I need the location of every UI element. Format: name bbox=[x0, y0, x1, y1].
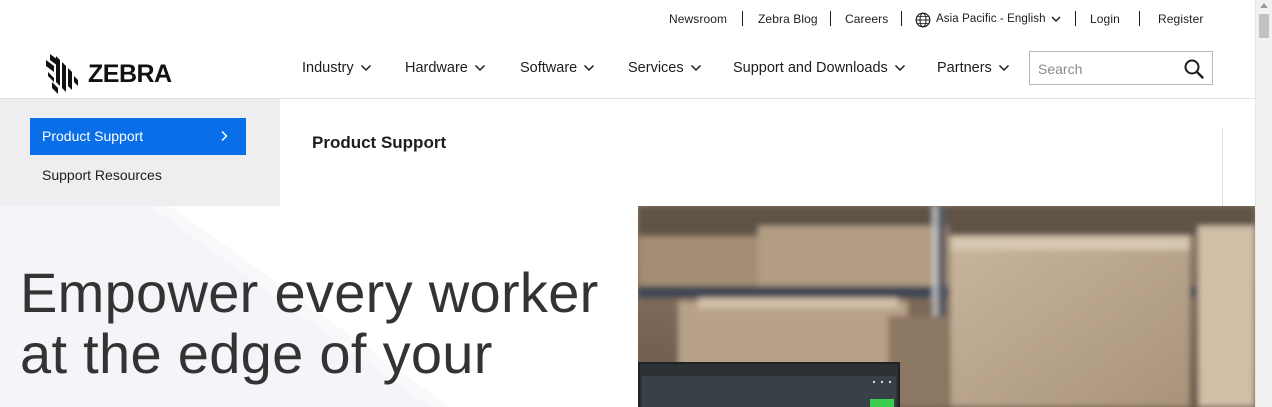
search-input[interactable] bbox=[1038, 59, 1178, 79]
scroll-up-icon[interactable] bbox=[1260, 3, 1268, 8]
product-support-label: Product Support bbox=[42, 128, 144, 144]
newsroom-link[interactable]: Newsroom bbox=[669, 12, 727, 26]
utility-separator bbox=[830, 11, 831, 26]
chevron-down-icon bbox=[474, 64, 485, 72]
nav-label: Industry bbox=[302, 60, 354, 76]
utility-separator bbox=[1139, 11, 1140, 26]
chevron-down-icon bbox=[998, 64, 1009, 72]
nav-partners[interactable]: Partners bbox=[937, 60, 1010, 76]
globe-icon bbox=[915, 12, 931, 28]
nav-software[interactable]: Software bbox=[520, 60, 595, 76]
brand-wordmark[interactable]: ZEBRA bbox=[88, 60, 172, 89]
scroll-thumb[interactable] bbox=[1259, 14, 1269, 38]
nav-hardware[interactable]: Hardware bbox=[405, 60, 486, 76]
nav-label: Hardware bbox=[405, 60, 468, 76]
nav-support-downloads[interactable]: Support and Downloads bbox=[733, 60, 906, 76]
nav-label: Services bbox=[628, 60, 684, 76]
search-icon[interactable] bbox=[1183, 58, 1205, 80]
nav-industry[interactable]: Industry bbox=[302, 60, 372, 76]
chevron-down-icon[interactable] bbox=[1050, 13, 1062, 25]
region-selector[interactable]: Asia Pacific - English bbox=[936, 13, 1046, 25]
utility-separator bbox=[742, 11, 743, 26]
nav-label: Software bbox=[520, 60, 578, 76]
support-resources-link[interactable]: Support Resources bbox=[42, 167, 162, 183]
chevron-right-icon bbox=[221, 130, 228, 142]
utility-separator bbox=[1075, 11, 1076, 26]
vertical-divider bbox=[1222, 128, 1223, 206]
careers-link[interactable]: Careers bbox=[845, 12, 888, 26]
login-link[interactable]: Login bbox=[1090, 12, 1120, 26]
product-support-button[interactable]: Product Support bbox=[30, 118, 246, 155]
nav-label: Support and Downloads bbox=[733, 60, 888, 76]
warehouse-photo bbox=[638, 206, 1255, 407]
chevron-down-icon bbox=[690, 64, 701, 72]
register-link[interactable]: Register bbox=[1158, 12, 1203, 26]
search-box bbox=[1029, 51, 1213, 85]
utility-separator bbox=[901, 11, 902, 26]
nav-services[interactable]: Services bbox=[628, 60, 702, 76]
utility-bar: Newsroom Zebra Blog Careers Asia Pacific… bbox=[0, 0, 1255, 38]
chevron-down-icon bbox=[584, 64, 595, 72]
hero-heading: Empower every worker at the edge of your bbox=[20, 261, 599, 385]
vertical-scrollbar[interactable] bbox=[1255, 0, 1272, 407]
chevron-down-icon bbox=[894, 64, 905, 72]
nav-label: Partners bbox=[937, 60, 992, 76]
product-support-title: Product Support bbox=[312, 133, 447, 152]
chevron-down-icon bbox=[360, 64, 371, 72]
zebra-blog-link[interactable]: Zebra Blog bbox=[758, 12, 818, 26]
